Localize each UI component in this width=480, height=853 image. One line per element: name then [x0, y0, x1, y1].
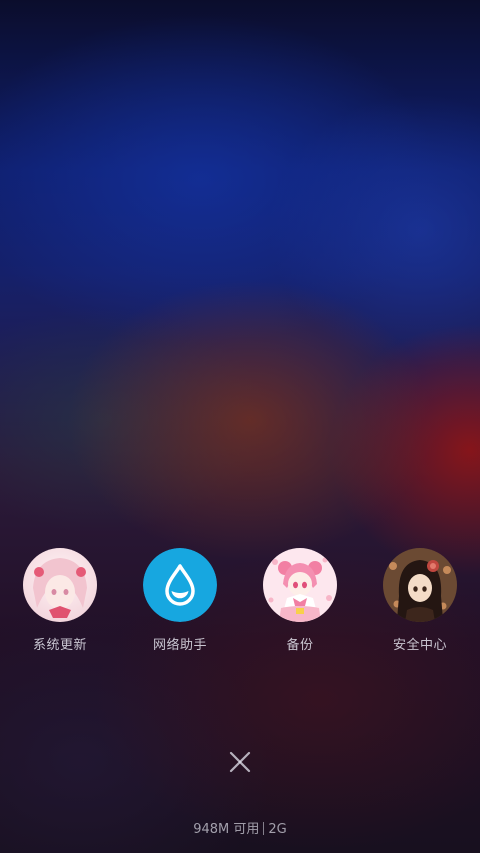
memory-available: 948M 可用 — [193, 822, 260, 837]
app-label: 系统更新 — [32, 638, 87, 653]
app-label: 备份 — [286, 638, 314, 653]
wallpaper-background — [0, 0, 480, 853]
memory-status: 948M 可用 2G — [0, 818, 480, 837]
anime-avatar-magical-girl-icon — [263, 548, 337, 622]
app-label: 安全中心 — [392, 638, 447, 653]
water-drop-icon — [143, 548, 217, 622]
app-security-center[interactable]: 安全中心 — [360, 548, 480, 653]
quick-app-row: 系统更新 网络助手 备份 安全中心 — [0, 548, 480, 658]
divider — [263, 822, 265, 835]
app-backup[interactable]: 备份 — [240, 548, 360, 653]
app-label: 网络助手 — [152, 638, 207, 653]
memory-total: 2G — [268, 822, 287, 837]
close-icon — [220, 751, 260, 786]
app-system-update[interactable]: 系统更新 — [0, 548, 120, 653]
anime-avatar-dark-hair-icon — [383, 548, 457, 622]
app-network-assistant[interactable]: 网络助手 — [120, 548, 240, 653]
close-button[interactable] — [220, 742, 260, 782]
anime-avatar-pink-hair-icon — [23, 548, 97, 622]
